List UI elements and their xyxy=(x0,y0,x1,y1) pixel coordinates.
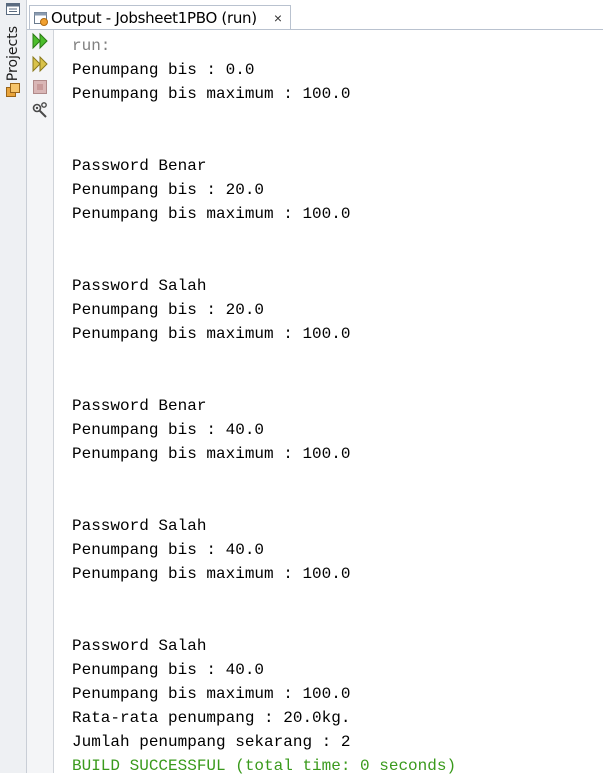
output-window-icon xyxy=(33,10,49,26)
console-line: Penumpang bis : 20.0 xyxy=(72,301,265,319)
console-line: Jumlah penumpang sekarang : 2 xyxy=(72,733,351,751)
rerun-icon[interactable] xyxy=(31,32,49,50)
console-lines: run: Penumpang bis : 0.0 Penumpang bis max… xyxy=(72,34,456,778)
console-line: Penumpang bis : 40.0 xyxy=(72,661,265,679)
console-line: Password Salah xyxy=(72,637,207,655)
console-line: Penumpang bis maximum : 100.0 xyxy=(72,325,351,343)
close-icon[interactable]: × xyxy=(272,10,284,26)
console-line: Penumpang bis maximum : 100.0 xyxy=(72,205,351,223)
console-line: Password Salah xyxy=(72,277,207,295)
console-line: Password Benar xyxy=(72,397,207,415)
output-toolbar xyxy=(27,30,54,773)
console-line: Penumpang bis : 40.0 xyxy=(72,541,265,559)
output-tab-bar: Output - Jobsheet1PBO (run) × xyxy=(27,0,603,30)
console-line: Penumpang bis maximum : 100.0 xyxy=(72,445,351,463)
console-line: Password Benar xyxy=(72,157,207,175)
build-status-line: BUILD SUCCESSFUL (total time: 0 seconds) xyxy=(72,757,457,775)
console-line: Penumpang bis maximum : 100.0 xyxy=(72,85,351,103)
rerun-with-options-icon[interactable] xyxy=(31,55,49,73)
stop-icon[interactable] xyxy=(31,78,49,96)
console-line: Penumpang bis maximum : 100.0 xyxy=(72,565,351,583)
run-label-line: run: xyxy=(72,37,111,55)
console-line: Penumpang bis : 20.0 xyxy=(72,181,265,199)
output-console[interactable]: run: Penumpang bis : 0.0 Penumpang bis max… xyxy=(54,30,603,775)
console-line: Penumpang bis maximum : 100.0 xyxy=(72,685,351,703)
tab-output[interactable]: Output - Jobsheet1PBO (run) × xyxy=(29,5,291,29)
window-list-icon[interactable] xyxy=(5,2,21,16)
console-line: Penumpang bis : 0.0 xyxy=(72,61,255,79)
projects-icon xyxy=(6,83,20,98)
console-line: Penumpang bis : 40.0 xyxy=(72,421,265,439)
console-line: Password Salah xyxy=(72,517,207,535)
projects-tab-label: Projects xyxy=(5,26,21,82)
settings-icon[interactable] xyxy=(31,101,49,119)
tab-title: Output - Jobsheet1PBO (run) xyxy=(51,8,257,27)
console-line: Rata-rata penumpang : 20.0kg. xyxy=(72,709,351,727)
left-side-strip: Projects xyxy=(0,0,27,773)
projects-side-tab[interactable]: Projects xyxy=(3,26,23,108)
